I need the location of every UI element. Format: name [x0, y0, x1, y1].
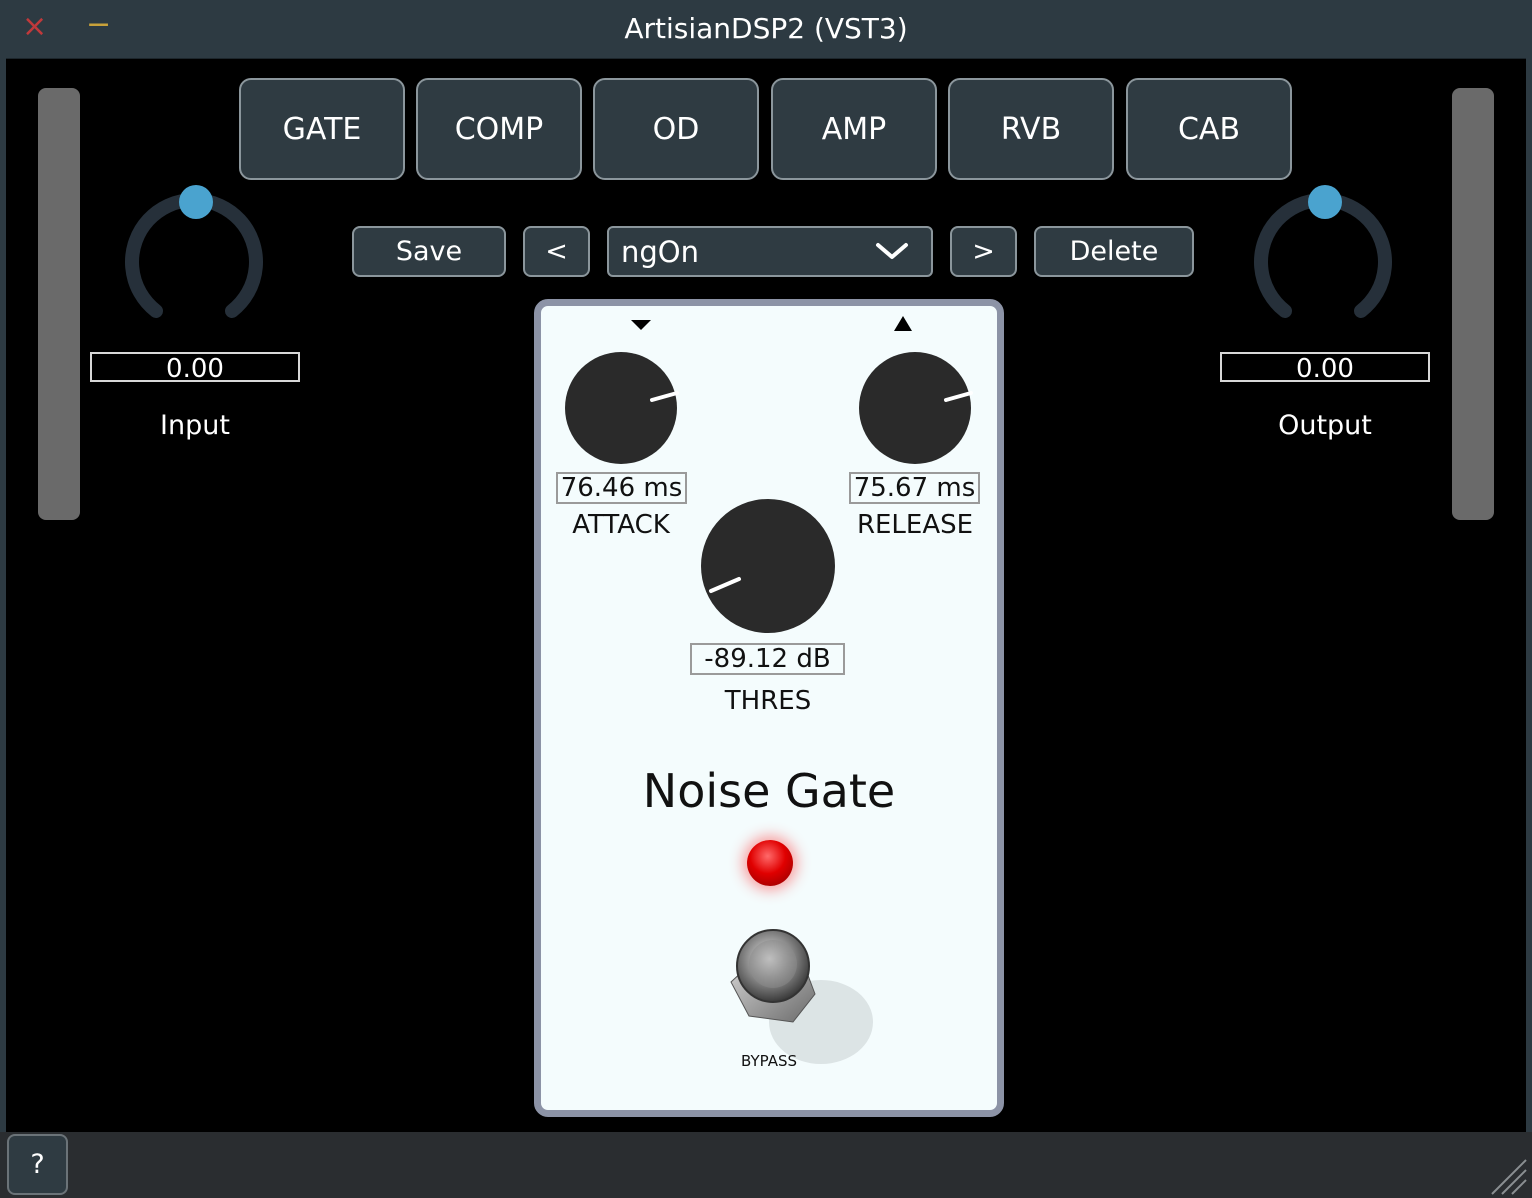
tab-amp[interactable]: AMP [771, 78, 937, 180]
window-title: ArtisianDSP2 (VST3) [624, 12, 908, 45]
attack-label: ATTACK [572, 510, 670, 540]
output-label: Output [1278, 410, 1372, 441]
tab-gate[interactable]: GATE [239, 78, 405, 180]
footer-bar [0, 1132, 1532, 1198]
tab-rvb[interactable]: RVB [948, 78, 1114, 180]
delete-button[interactable]: Delete [1034, 226, 1194, 277]
pedal-name: Noise Gate [642, 764, 896, 818]
release-label: RELEASE [856, 510, 974, 540]
resize-grip-icon[interactable] [1488, 1156, 1528, 1196]
prev-preset-button[interactable]: < [523, 226, 590, 277]
input-label: Input [160, 410, 230, 441]
threshold-knob[interactable] [698, 496, 838, 636]
next-preset-button[interactable]: > [950, 226, 1017, 277]
input-knob[interactable] [120, 180, 272, 332]
threshold-label: THRES [724, 686, 812, 716]
output-level-meter [1452, 88, 1494, 520]
release-value-field[interactable]: 75.67 ms [849, 472, 980, 504]
input-value-field[interactable]: 0.00 [90, 352, 300, 384]
tab-cab[interactable]: CAB [1126, 78, 1292, 180]
threshold-value-field[interactable]: -89.12 dB [690, 643, 845, 675]
release-knob[interactable] [857, 350, 973, 466]
window-frame-left [0, 58, 6, 1198]
help-button[interactable]: ? [7, 1134, 68, 1195]
window-frame-right [1526, 58, 1532, 1198]
attack-value-field[interactable]: 76.46 ms [556, 472, 687, 504]
attack-knob[interactable] [563, 350, 679, 466]
output-value-field[interactable]: 0.00 [1220, 352, 1430, 384]
tab-od[interactable]: OD [593, 78, 759, 180]
title-bar: × − ArtisianDSP2 (VST3) [0, 0, 1532, 59]
tab-comp[interactable]: COMP [416, 78, 582, 180]
preset-dropdown[interactable]: ngOn [607, 226, 933, 277]
status-led [747, 840, 793, 886]
preset-selected-value: ngOn [621, 235, 699, 269]
release-marker-icon [894, 316, 912, 331]
save-button[interactable]: Save [352, 226, 506, 277]
attack-marker-icon [631, 320, 651, 330]
input-level-meter [38, 88, 80, 520]
bypass-label: BYPASS [740, 1052, 798, 1070]
output-knob[interactable] [1249, 180, 1401, 332]
chevron-down-icon [876, 243, 908, 259]
noise-gate-pedal: 76.46 ms ATTACK 75.67 ms RELEASE -89.12 … [534, 299, 1004, 1117]
